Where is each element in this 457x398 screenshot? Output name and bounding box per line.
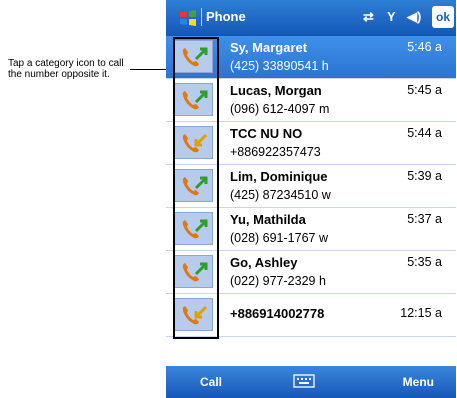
phone-number: (096) 612-4097 m bbox=[230, 102, 330, 116]
menu-bar: Call Menu bbox=[166, 366, 456, 398]
phone-number: (425) 33890541 h bbox=[230, 59, 329, 73]
call-time: 5:44 a bbox=[407, 126, 442, 140]
page-title: Phone bbox=[206, 9, 246, 24]
call-softkey[interactable]: Call bbox=[200, 375, 222, 389]
windows-start-icon[interactable] bbox=[178, 8, 198, 28]
contact-name: Lucas, Morgan bbox=[230, 83, 322, 98]
phone-number: (022) 977-2329 h bbox=[230, 274, 326, 288]
category-icon-highlight bbox=[173, 37, 219, 339]
callout-text: Tap a category icon to call the number o… bbox=[8, 58, 124, 80]
phone-number: (425) 87234510 w bbox=[230, 188, 331, 202]
title-separator bbox=[201, 8, 202, 26]
call-time: 5:37 a bbox=[407, 212, 442, 226]
keyboard-icon[interactable] bbox=[293, 373, 315, 389]
ok-button[interactable]: ok bbox=[432, 6, 454, 28]
contact-name: Go, Ashley bbox=[230, 255, 298, 270]
call-time: 12:15 a bbox=[400, 306, 442, 320]
phone-number: +886922357473 bbox=[230, 145, 321, 159]
contact-name: Yu, Mathilda bbox=[230, 212, 306, 227]
contact-name: +886914002778 bbox=[230, 306, 325, 321]
title-bar: Phone ⇄ Y ◀) ok bbox=[166, 0, 456, 36]
call-time: 5:39 a bbox=[407, 169, 442, 183]
contact-name: Lim, Dominique bbox=[230, 169, 328, 184]
signal-antenna-icon[interactable]: Y bbox=[387, 9, 396, 24]
contact-name: TCC NU NO bbox=[230, 126, 303, 141]
call-time: 5:46 a bbox=[407, 40, 442, 54]
contact-name: Sy, Margaret bbox=[230, 40, 308, 55]
call-time: 5:35 a bbox=[407, 255, 442, 269]
phone-number: (028) 691-1767 w bbox=[230, 231, 328, 245]
call-time: 5:45 a bbox=[407, 83, 442, 97]
connectivity-icon[interactable]: ⇄ bbox=[363, 9, 374, 25]
volume-icon[interactable]: ◀) bbox=[407, 9, 421, 25]
menu-softkey[interactable]: Menu bbox=[403, 375, 434, 389]
